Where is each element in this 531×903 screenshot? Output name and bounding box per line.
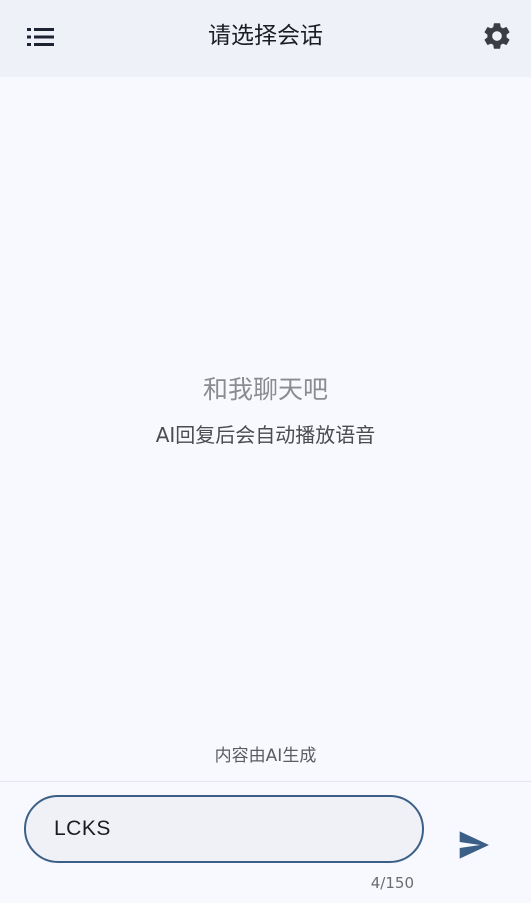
- gear-icon: [484, 23, 510, 49]
- top-app-bar: 请选择会话: [0, 0, 531, 77]
- send-icon: [459, 831, 489, 859]
- message-input-value: LCKS: [54, 817, 111, 840]
- character-counter: 4/150: [370, 874, 414, 892]
- message-input[interactable]: LCKS: [24, 795, 424, 863]
- page-title: 请选择会话: [208, 23, 323, 49]
- chat-app: 请选择会话 和我聊天吧 AI回复后会自动播放语音 内容由AI生成 LCKS 4/…: [0, 0, 531, 903]
- empty-state-title: 和我聊天吧: [202, 375, 328, 404]
- empty-state-subtitle: AI回复后会自动播放语音: [155, 423, 376, 447]
- send-button[interactable]: [450, 822, 498, 868]
- settings-button[interactable]: [474, 13, 520, 59]
- ai-generated-note: 内容由AI生成: [214, 746, 317, 766]
